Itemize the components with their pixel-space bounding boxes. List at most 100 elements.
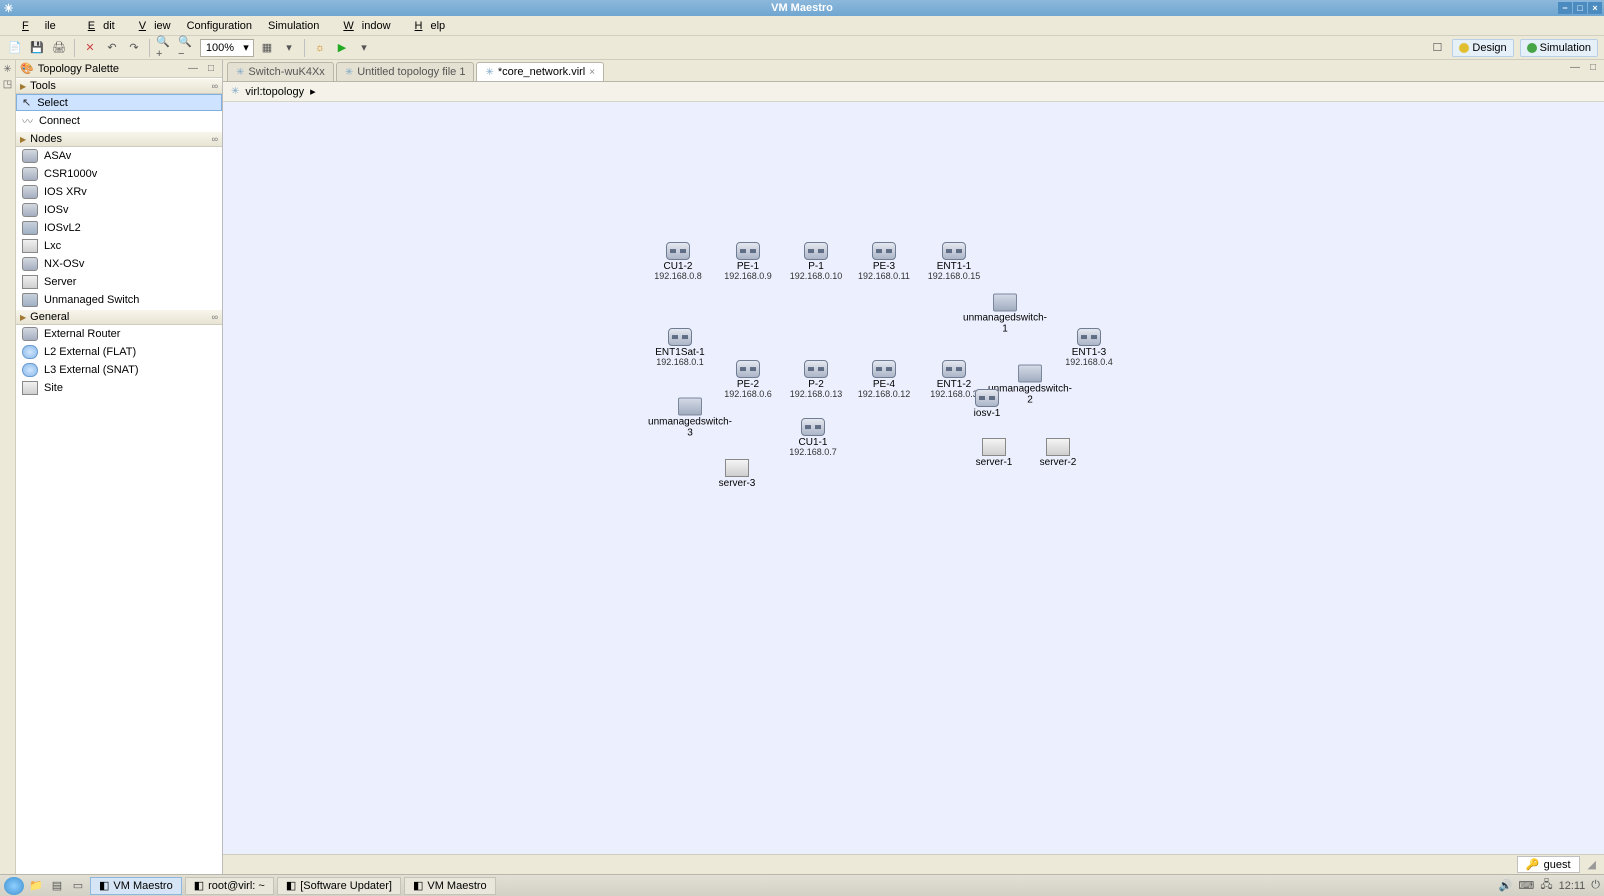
palette-item-unmanaged-switch[interactable]: Unmanaged Switch <box>16 291 222 309</box>
palette-item-iosvl2[interactable]: IOSvL2 <box>16 219 222 237</box>
node-iosv-1[interactable]: iosv-1 <box>947 389 1027 419</box>
tab--core_network-virl[interactable]: ✳*core_network.virl× <box>476 62 604 81</box>
network-tray-icon[interactable]: 🖧 <box>1540 876 1552 895</box>
file-manager-icon[interactable]: 📁 <box>27 877 45 895</box>
node-CU1-2[interactable]: CU1-2192.168.0.8 <box>638 242 718 282</box>
power-icon[interactable]: ⏻ <box>1591 879 1600 892</box>
palette-item-iosv[interactable]: IOSv <box>16 201 222 219</box>
clock[interactable]: 12:11 <box>1559 880 1586 892</box>
node-us3[interactable]: unmanagedswitch-3 <box>650 398 730 439</box>
menu-window[interactable]: Window <box>327 18 398 34</box>
collapse-icon[interactable]: ∞ <box>212 134 218 144</box>
tab-Switch-wuK4Xx[interactable]: ✳Switch-wuK4Xx <box>227 62 334 81</box>
node-CU1-1[interactable]: CU1-1192.168.0.7 <box>773 418 853 458</box>
menu-file[interactable]: File <box>6 18 72 34</box>
topology-canvas[interactable]: CU1-2192.168.0.8PE-1192.168.0.9P-1192.16… <box>223 102 1604 854</box>
section-nodes[interactable]: ▶ Nodes ∞ <box>16 131 222 147</box>
tab-label: *core_network.virl <box>498 66 585 78</box>
router-icon <box>804 360 828 378</box>
palette-item-l2-external-(flat)[interactable]: L2 External (FLAT) <box>16 343 222 361</box>
new-icon[interactable]: 📄 <box>6 39 24 57</box>
close-tab-icon[interactable]: × <box>589 67 595 78</box>
gutter-icon-2[interactable]: ◳ <box>3 79 12 90</box>
tab-Untitled-topology-file-1[interactable]: ✳Untitled topology file 1 <box>336 62 475 81</box>
taskbar-item[interactable]: ◧VM Maestro <box>404 877 496 895</box>
palette-item-csr1000v[interactable]: CSR1000v <box>16 165 222 183</box>
menu-edit[interactable]: Edit <box>72 18 123 34</box>
terminal-icon[interactable]: ▤ <box>48 877 66 895</box>
expand-icon: ▶ <box>20 82 26 91</box>
palette-item-label: Lxc <box>44 240 61 252</box>
delete-icon[interactable]: ✕ <box>81 39 99 57</box>
node-server-2[interactable]: server-2 <box>1018 438 1098 468</box>
router-icon <box>666 242 690 260</box>
perspective-simulation[interactable]: Simulation <box>1520 39 1598 57</box>
node-server-3[interactable]: server-3 <box>697 459 777 489</box>
node-PE-3[interactable]: PE-3192.168.0.11 <box>844 242 924 282</box>
node-label: server-3 <box>719 478 756 489</box>
perspective-switch-icon[interactable]: ☐ <box>1428 39 1446 57</box>
breadcrumb-label[interactable]: virl:topology <box>245 86 304 98</box>
redo-icon[interactable]: ↷ <box>125 39 143 57</box>
section-general[interactable]: ▶ General ∞ <box>16 309 222 325</box>
gutter-icon-1[interactable]: ✳ <box>3 64 11 75</box>
menu-configuration[interactable]: Configuration <box>179 18 260 34</box>
breadcrumb-arrow-icon[interactable]: ▸ <box>310 85 316 98</box>
palette-item-ios-xrv[interactable]: IOS XRv <box>16 183 222 201</box>
palette-item-lxc[interactable]: Lxc <box>16 237 222 255</box>
collapse-icon[interactable]: ∞ <box>212 81 218 91</box>
palette-item-external-router[interactable]: External Router <box>16 325 222 343</box>
menu-view[interactable]: View <box>123 18 179 34</box>
start-button[interactable] <box>4 877 24 895</box>
zoom-out-icon[interactable]: 🔍− <box>178 39 196 57</box>
tab-maximize-icon[interactable]: □ <box>1586 62 1600 73</box>
taskbar-item[interactable]: ◧root@virl: ~ <box>185 877 274 895</box>
zoom-in-icon[interactable]: 🔍+ <box>156 39 174 57</box>
minimize-icon[interactable]: − <box>1558 2 1572 14</box>
palette-item-label: IOS XRv <box>44 186 87 198</box>
minimize-view-icon[interactable]: — <box>186 63 200 74</box>
dropdown2-icon[interactable]: ▾ <box>355 39 373 57</box>
palette-item-server[interactable]: Server <box>16 273 222 291</box>
taskbar-item[interactable]: ◧VM Maestro <box>90 877 182 895</box>
build-icon[interactable]: ☼ <box>311 39 329 57</box>
dropdown-icon[interactable]: ▾ <box>280 39 298 57</box>
print-icon[interactable]: 🖨 <box>50 39 68 57</box>
maximize-view-icon[interactable]: □ <box>204 63 218 74</box>
run-icon[interactable]: ▶ <box>333 39 351 57</box>
zoom-combo[interactable]: ▾ <box>200 39 254 57</box>
topology-file-icon: ✳ <box>236 67 244 78</box>
zoom-input[interactable] <box>201 42 239 54</box>
save-icon[interactable]: 💾 <box>28 39 46 57</box>
palette-item-asav[interactable]: ASAv <box>16 147 222 165</box>
palette-item-select[interactable]: ↖Select <box>16 94 222 111</box>
node-ENT1-3[interactable]: ENT1-3192.168.0.4 <box>1049 328 1129 368</box>
menu-simulation[interactable]: Simulation <box>260 18 327 34</box>
palette-item-l3-external-(snat)[interactable]: L3 External (SNAT) <box>16 361 222 379</box>
palette-item-connect[interactable]: 〰Connect <box>16 111 222 131</box>
palette-item-nx-osv[interactable]: NX-OSv <box>16 255 222 273</box>
node-us1[interactable]: unmanagedswitch-1 <box>965 294 1045 335</box>
close-icon[interactable]: × <box>1588 2 1602 14</box>
tab-minimize-icon[interactable]: — <box>1568 62 1582 73</box>
menu-help[interactable]: Help <box>399 18 454 34</box>
undo-icon[interactable]: ↶ <box>103 39 121 57</box>
taskbar-item[interactable]: ◧[Software Updater] <box>277 877 401 895</box>
cloud-icon <box>22 363 38 377</box>
grid-icon[interactable]: ▦ <box>258 39 276 57</box>
status-user[interactable]: 🔑 guest <box>1517 856 1580 873</box>
pager-icon[interactable]: ▭ <box>69 877 87 895</box>
keyboard-icon[interactable]: ⌨ <box>1518 879 1534 892</box>
volume-icon[interactable]: 🔊 <box>1499 879 1513 892</box>
maximize-icon[interactable]: □ <box>1573 2 1587 14</box>
palette-item-site[interactable]: Site <box>16 379 222 397</box>
perspective-design[interactable]: Design <box>1452 39 1513 57</box>
collapse-icon[interactable]: ∞ <box>212 312 218 322</box>
router-icon <box>804 242 828 260</box>
taskbar-app-icon: ◧ <box>286 879 296 892</box>
node-ENT1-1[interactable]: ENT1-1192.168.0.15 <box>914 242 994 282</box>
node-PE-4[interactable]: PE-4192.168.0.12 <box>844 360 924 400</box>
chevron-down-icon[interactable]: ▾ <box>239 41 253 54</box>
section-tools[interactable]: ▶ Tools ∞ <box>16 78 222 94</box>
statusbar: 🔑 guest ◢ <box>223 854 1604 874</box>
